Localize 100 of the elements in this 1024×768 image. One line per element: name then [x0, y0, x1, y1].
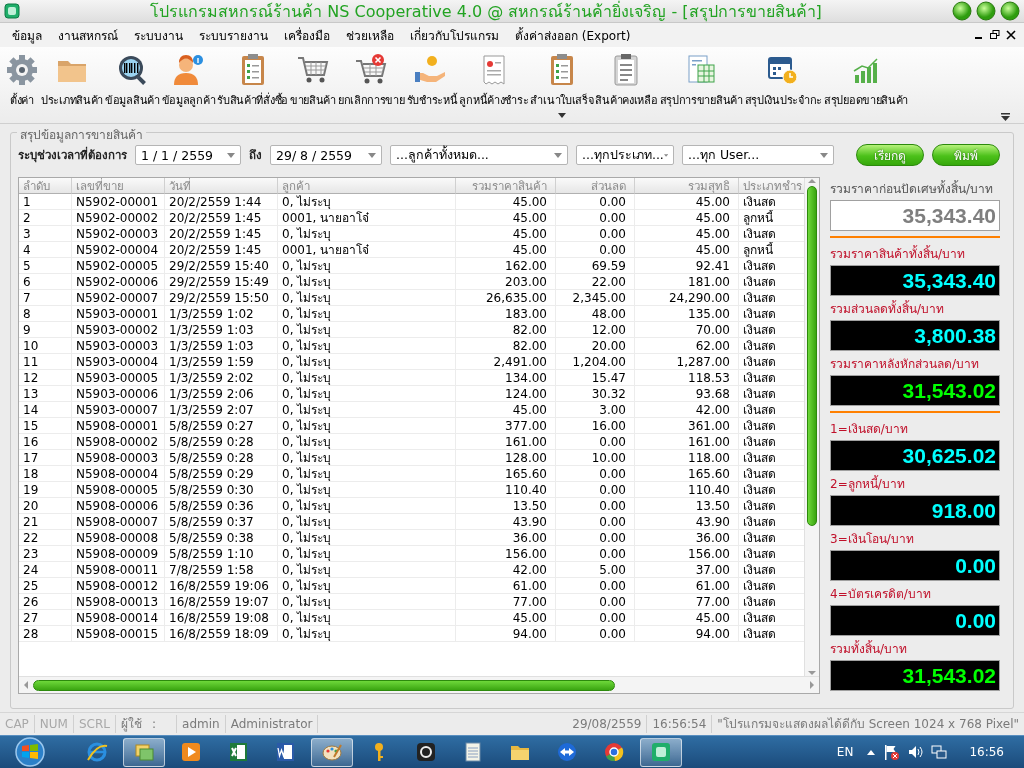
toolbar-button[interactable]: ลูกหนี้ค้างชำระ [458, 51, 530, 111]
table-cell: 0, ไม่ระบุ [278, 594, 456, 610]
toolbar-button[interactable]: สรุปยอดขายสินค้า [823, 51, 910, 111]
table-cell: 0, ไม่ระบุ [278, 370, 456, 386]
date-field[interactable]: 1 / 1 / 2559 [135, 145, 241, 165]
camera-icon [414, 740, 438, 764]
table-cell: 0, ไม่ระบุ [278, 546, 456, 562]
table-cell: N5908-00003 [72, 450, 165, 466]
table-cell: 0.00 [556, 226, 635, 242]
menu-item[interactable]: เครื่องมือ [276, 23, 338, 47]
network-icon[interactable] [931, 744, 948, 760]
scroll-right-icon[interactable] [809, 681, 815, 689]
close-icon[interactable] [1006, 30, 1016, 40]
toolbar-button[interactable]: รับสินค้าที่สั่งซื้อ [216, 51, 289, 111]
table-cell: 0, ไม่ระบุ [278, 290, 456, 306]
table-cell: 0, ไม่ระบุ [278, 274, 456, 290]
scroll-up-icon[interactable] [808, 178, 816, 184]
table-cell: 61.00 [635, 578, 739, 594]
toolbar-button[interactable]: สินค้าคงเหลือ [594, 51, 659, 111]
menu-item[interactable]: ระบบงาน [126, 23, 191, 47]
table-cell: N5902-00001 [72, 194, 165, 210]
table-cell: 45.00 [456, 210, 556, 226]
scrollbar-thumb[interactable] [807, 186, 817, 526]
table-cell: 5/8/2559 0:37 [165, 514, 278, 530]
flag-icon[interactable] [883, 744, 900, 760]
menu-item[interactable]: ช่วยเหลือ [338, 23, 402, 47]
table-cell: 0.00 [556, 578, 635, 594]
language-indicator[interactable]: EN [830, 745, 860, 759]
table-cell: 0.00 [556, 242, 635, 258]
vertical-scrollbar[interactable] [804, 178, 819, 676]
table-cell: 0.00 [556, 482, 635, 498]
table-cell: 5.00 [556, 562, 635, 578]
table-cell: N5903-00005 [72, 370, 165, 386]
minimize-button[interactable] [952, 1, 972, 21]
table-cell: 29/2/2559 15:49 [165, 274, 278, 290]
user-name: admin [177, 715, 226, 733]
toolbar-button[interactable]: ยกเลิกการขาย [336, 51, 406, 111]
toolbar-button[interactable]: ขายสินค้า [288, 51, 337, 111]
table-cell: 156.00 [456, 546, 556, 562]
scrollbar-thumb[interactable] [33, 679, 615, 691]
speaker-icon[interactable] [907, 744, 924, 760]
table-cell: N5908-00008 [72, 530, 165, 546]
table-cell: 361.00 [635, 418, 739, 434]
table-cell: 161.00 [635, 434, 739, 450]
summary-label: รวมราคาก่อนปัดเศษทั้งสิ้น/บาท [830, 181, 995, 197]
horizontal-scrollbar[interactable] [19, 676, 819, 693]
table-cell: 0.00 [556, 594, 635, 610]
table-cell: 16/8/2559 18:09 [165, 626, 278, 642]
table-cell: 0.00 [556, 546, 635, 562]
table-cell: 0.00 [556, 610, 635, 626]
toolbar-button[interactable]: สำเนาใบเสร็จ [529, 51, 595, 120]
date-field[interactable]: 29/ 8 / 2559 [270, 145, 382, 165]
status-date: 29/08/2559 [567, 715, 648, 733]
table-cell: N5902-00005 [72, 258, 165, 274]
clock[interactable]: 16:56 [955, 745, 1018, 759]
type-dropdown[interactable]: ...ทุกประเภท... [576, 145, 674, 165]
customer-dropdown[interactable]: ...ลูกค้าทั้งหมด... [390, 145, 568, 165]
table-cell: 0, ไม่ระบุ [278, 386, 456, 402]
table-cell: 9 [19, 322, 72, 338]
maximize-button[interactable] [976, 1, 996, 21]
menu-item[interactable]: งานสหกรณ์ [50, 23, 126, 47]
caret-icon [554, 152, 562, 158]
user-dropdown[interactable]: ...ทุก User... [682, 145, 834, 165]
table-cell: 5/8/2559 0:30 [165, 482, 278, 498]
table-cell: 8 [19, 306, 72, 322]
menu-item[interactable]: เกี่ยวกับโปรแกรม [402, 23, 507, 47]
user-role: Administrator [225, 715, 319, 733]
menu-item[interactable]: ข้อมูล [4, 23, 50, 47]
table-cell: 110.40 [635, 482, 739, 498]
table-cell: 82.00 [456, 322, 556, 338]
user-label: ผู้ใช้ [120, 716, 143, 733]
scroll-left-icon[interactable] [23, 681, 29, 689]
toolbar-button[interactable]: สรุปการขายสินค้า [658, 51, 744, 111]
menu-item[interactable]: ตั้งค่าส่งออก (Export) [507, 23, 639, 47]
restore-icon[interactable] [990, 30, 1000, 40]
summary-value: 918.00 [931, 499, 996, 522]
show-hidden-icon[interactable] [867, 749, 876, 755]
table-cell: N5902-00004 [72, 242, 165, 258]
table-cell: 165.60 [635, 466, 739, 482]
table-cell: 1 [19, 194, 72, 210]
table-cell: 93.68 [635, 386, 739, 402]
table-cell: 0, ไม่ระบุ [278, 322, 456, 338]
close-button[interactable] [1000, 1, 1020, 21]
toolbar-button[interactable]: ประเภทสินค้า [40, 51, 104, 111]
table-cell: 42.00 [456, 562, 556, 578]
table-cell: 45.00 [456, 242, 556, 258]
toolbar-button[interactable]: ข้อมูลสินค้า [104, 51, 161, 111]
table-cell: 7/8/2559 1:58 [165, 562, 278, 578]
toolbar-button[interactable]: ข้อมูลลูกค้า [160, 51, 217, 111]
summary-label: 3=เงินโอน/บาท [830, 531, 915, 547]
menu-item[interactable]: ระบบรายงาน [191, 23, 276, 47]
overflow-icon[interactable] [1001, 113, 1010, 121]
toolbar-button[interactable]: รับชำระหนี้ [405, 51, 459, 111]
summary-value: 0.00 [955, 609, 996, 632]
table-cell: 0.00 [556, 514, 635, 530]
table-cell: 22 [19, 530, 72, 546]
toolbar-button[interactable]: สรุปเงินประจำกะ [743, 51, 823, 111]
toolbar-button[interactable]: ตั้งค่า [4, 51, 40, 111]
table-cell: 4 [19, 242, 72, 258]
table-cell: 45.00 [635, 242, 739, 258]
